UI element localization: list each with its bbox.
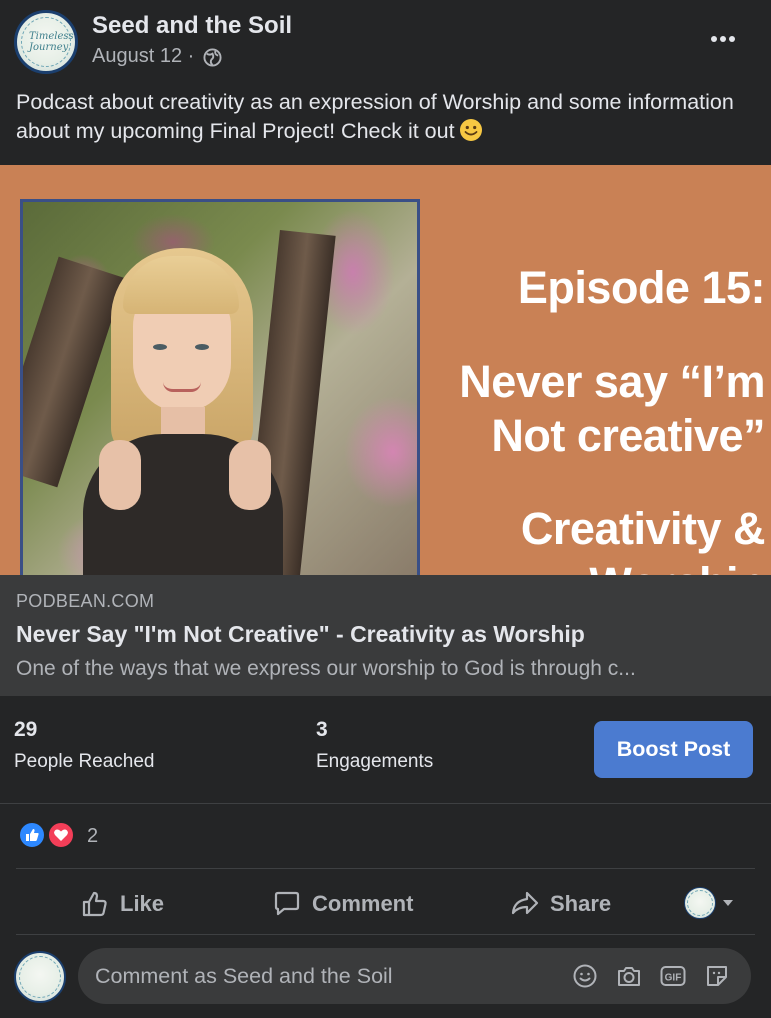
like-label: Like <box>120 891 165 916</box>
avatar-logo-text: Timeless Journey <box>29 31 74 53</box>
link-description: One of the ways that we express our wors… <box>16 657 636 680</box>
camera-icon[interactable] <box>615 962 643 990</box>
chevron-down-icon <box>723 900 733 906</box>
identity-switcher[interactable] <box>684 886 738 920</box>
shoulder <box>229 440 271 510</box>
post-text-body: Podcast about creativity as an expressio… <box>16 90 734 143</box>
link-preview[interactable]: PODBEAN.COM Never Say "I'm Not Creative"… <box>0 575 771 696</box>
page-name[interactable]: Seed and the Soil <box>92 12 292 40</box>
divider <box>16 934 755 935</box>
people-reached-label: People Reached <box>14 751 155 772</box>
link-title: Never Say "I'm Not Creative" - Creativit… <box>16 621 585 647</box>
episode-title-line: Never say “I’m Not creative” <box>459 355 765 463</box>
comment-placeholder: Comment as Seed and the Soil <box>95 964 393 988</box>
title-line-3: Creativity & <box>520 503 766 554</box>
eye <box>153 344 167 350</box>
love-reaction-icon[interactable] <box>47 821 75 849</box>
divider <box>0 803 771 804</box>
smiley-emoji-icon <box>459 119 482 141</box>
comment-label: Comment <box>312 891 414 916</box>
switcher-avatar <box>684 887 716 919</box>
divider <box>16 868 755 869</box>
like-icon <box>82 891 107 917</box>
like-button[interactable]: Like <box>80 884 164 924</box>
svg-text:GIF: GIF <box>665 973 682 984</box>
commenter-avatar[interactable] <box>14 951 66 1003</box>
globe-icon <box>203 48 222 67</box>
comment-icon <box>274 891 300 916</box>
heart-icon <box>54 829 68 841</box>
title-line-4: Worship <box>589 558 765 575</box>
podcast-cover-image[interactable]: Episode 15: Never say “I’m Not creative”… <box>0 165 771 575</box>
avatar-ring <box>19 956 61 998</box>
boost-post-button[interactable]: Boost Post <box>594 721 753 778</box>
eye <box>195 344 209 350</box>
engagements-label: Engagements <box>316 751 434 772</box>
page-avatar[interactable]: Timeless Journey <box>14 10 78 74</box>
post-header: Timeless Journey Seed and the Soil Augus… <box>0 0 771 165</box>
more-options-icon[interactable] <box>705 24 741 54</box>
post-date[interactable]: August 12 · <box>92 45 194 68</box>
post-text: Podcast about creativity as an expressio… <box>16 88 746 146</box>
host-photo <box>20 199 420 575</box>
gif-icon[interactable]: GIF <box>659 962 687 990</box>
avatar-ring <box>687 890 713 916</box>
share-icon <box>511 891 539 915</box>
title-line-2: Not creative” <box>491 410 765 461</box>
like-reaction-icon[interactable] <box>18 821 46 849</box>
shoulder <box>99 440 141 510</box>
smile <box>163 382 201 392</box>
comment-button[interactable]: Comment <box>272 884 413 924</box>
share-button[interactable]: Share <box>510 884 611 924</box>
share-label: Share <box>550 891 612 916</box>
thumbs-up-icon <box>26 829 39 841</box>
emoji-icon[interactable] <box>571 962 599 990</box>
comment-input[interactable]: Comment as Seed and the Soil GIF <box>78 948 751 1004</box>
link-domain: PODBEAN.COM <box>16 591 155 611</box>
reaction-count[interactable]: 2 <box>87 825 98 848</box>
title-line-1: Never say “I’m <box>459 356 765 407</box>
sticker-icon[interactable] <box>703 962 731 990</box>
people-reached-count: 29 <box>14 718 38 741</box>
episode-label: Episode 15: <box>517 262 766 313</box>
engagements-count: 3 <box>316 718 328 741</box>
